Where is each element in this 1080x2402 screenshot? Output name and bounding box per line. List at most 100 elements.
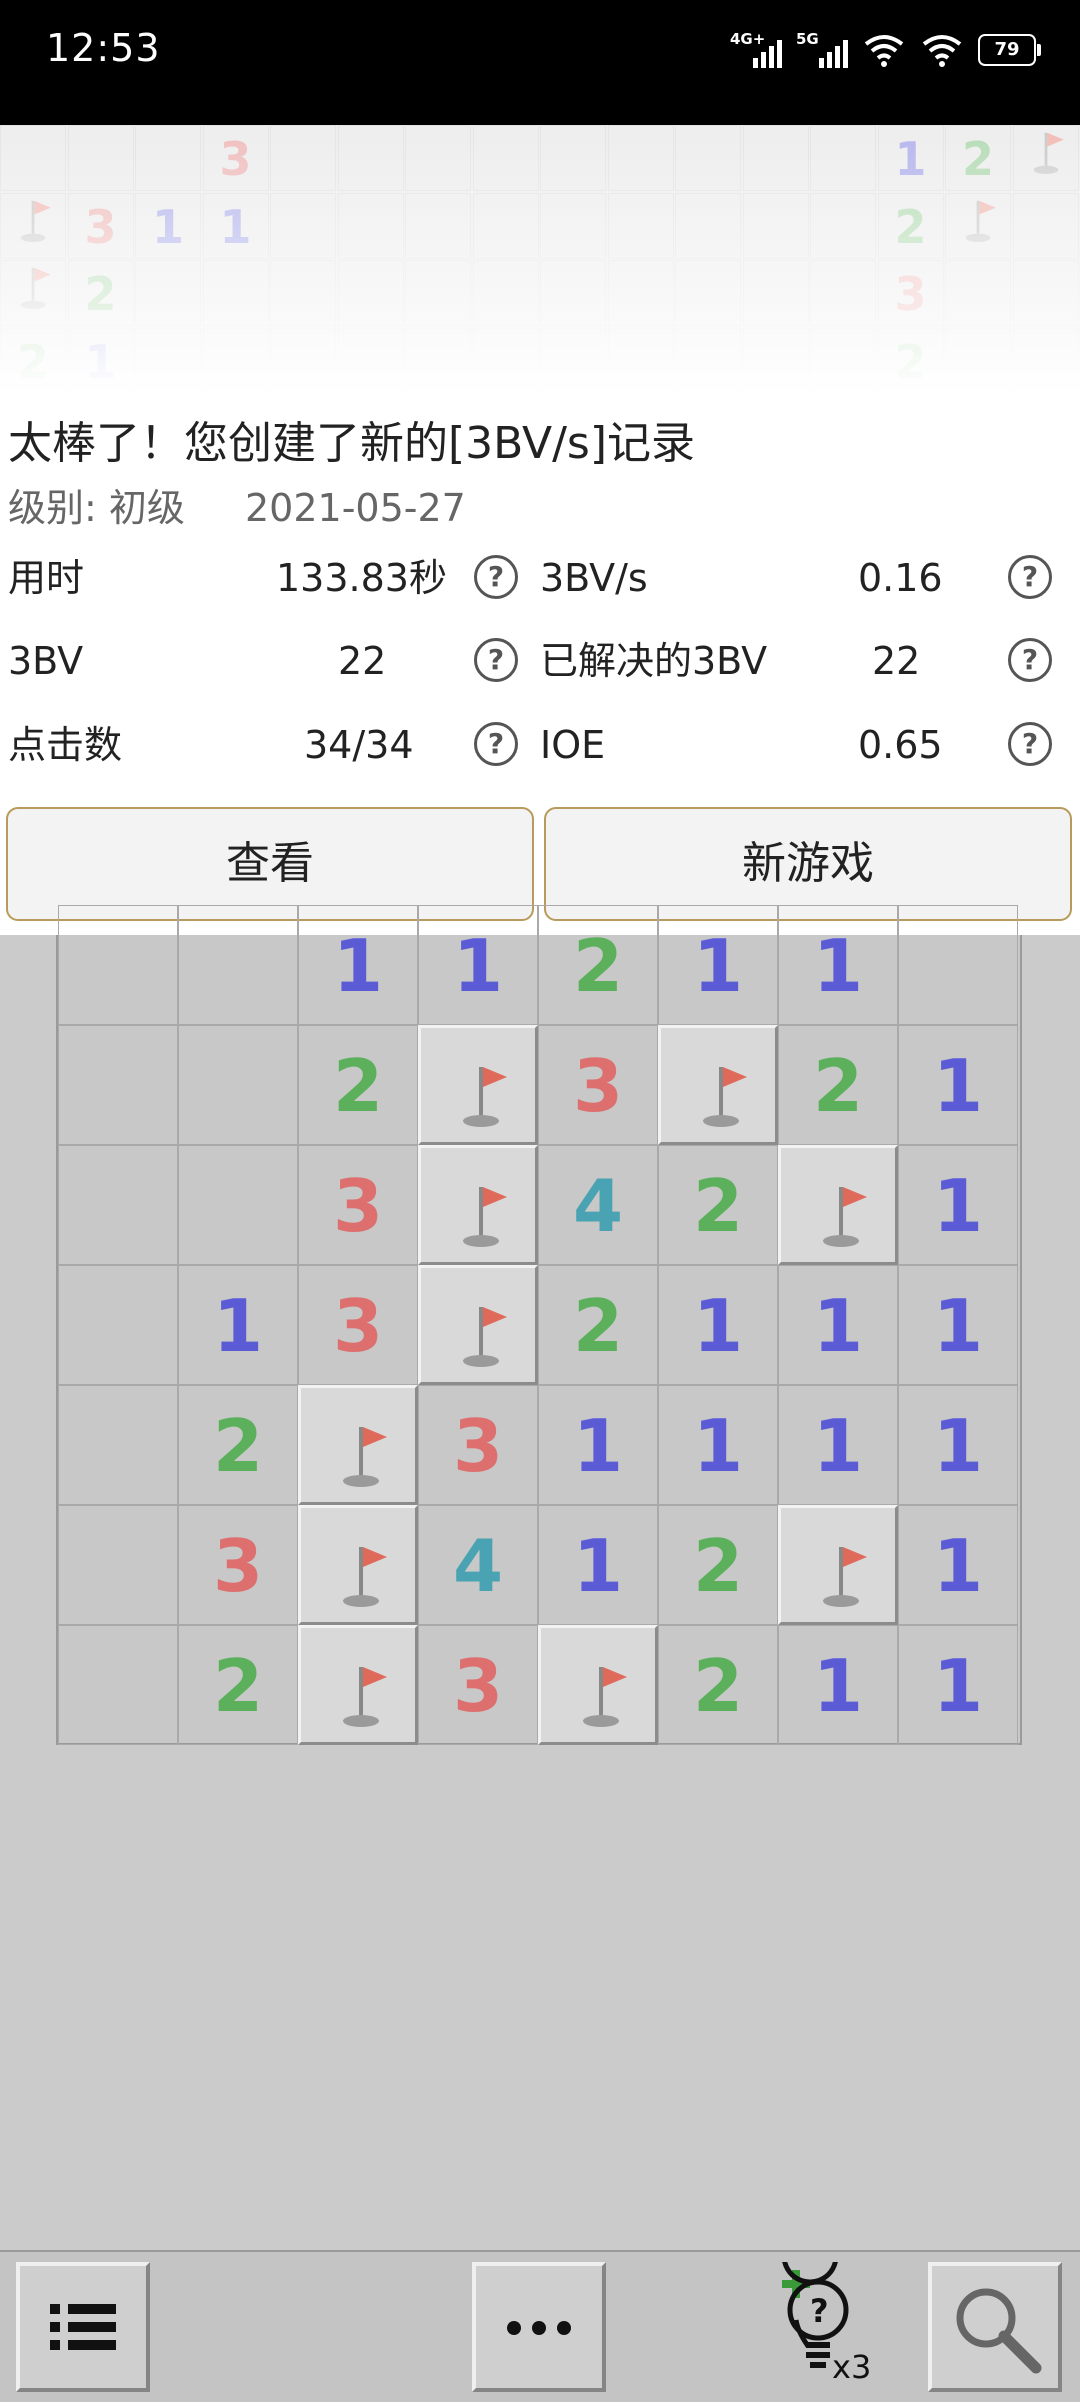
empty-cell[interactable] [178,1145,298,1265]
number-cell[interactable]: 1 [658,905,778,1025]
menu-button[interactable] [16,2262,150,2392]
more-button[interactable] [472,2262,606,2392]
number-cell[interactable]: 1 [298,905,418,1025]
number-cell[interactable]: 1 [898,1505,1018,1625]
number-cell[interactable]: 1 [898,1385,1018,1505]
number-cell[interactable]: 3 [418,1385,538,1505]
flag-cell[interactable] [298,1625,418,1745]
hint-button[interactable]: ? x3 [760,2227,890,2392]
number-cell[interactable]: 1 [778,1625,898,1745]
stat-value-time: 133.83秒 [276,556,447,600]
signal-4g-icon: 4G+ [730,30,782,70]
flag-icon [445,1288,517,1367]
dialog-title: 太棒了！您创建了新的[3BV/s]记录 [8,418,696,469]
flag-cell[interactable] [778,1505,898,1625]
number-cell[interactable]: 2 [178,1385,298,1505]
number-cell[interactable]: 2 [298,1025,418,1145]
flag-icon [325,1528,397,1607]
number-cell[interactable]: 1 [898,1265,1018,1385]
number-cell[interactable]: 4 [538,1145,658,1265]
date-label: 2021-05-27 [244,486,466,530]
empty-cell[interactable] [58,1025,178,1145]
fade-overlay [0,125,1080,395]
flag-cell[interactable] [778,1145,898,1265]
battery-icon: 79 [978,34,1041,66]
level-label: 级别: 初级 [8,486,185,530]
empty-cell[interactable] [58,1145,178,1265]
number-cell[interactable]: 1 [898,1145,1018,1265]
number-cell[interactable]: 2 [538,905,658,1025]
help-icon[interactable]: ? [474,638,518,682]
empty-cell[interactable] [58,905,178,1025]
status-bar: 12:53 4G+ 5G 79 [0,0,1080,125]
flag-cell[interactable] [658,1025,778,1145]
flag-icon [325,1648,397,1727]
stat-label-ioe: IOE [540,723,606,767]
empty-cell[interactable] [58,1505,178,1625]
zoom-button[interactable] [928,2262,1062,2392]
number-cell[interactable]: 4 [418,1505,538,1625]
stat-value-3bvs: 0.16 [858,556,943,600]
help-icon[interactable]: ? [1008,555,1052,599]
flag-icon [805,1528,877,1607]
flag-cell[interactable] [298,1385,418,1505]
flag-cell[interactable] [418,1145,538,1265]
bottom-toolbar: ? x3 [0,2227,1080,2402]
number-cell[interactable]: 1 [418,905,538,1025]
empty-cell[interactable] [178,1025,298,1145]
help-icon[interactable]: ? [1008,638,1052,682]
status-icons: 4G+ 5G 79 [730,30,1041,70]
number-cell[interactable]: 3 [298,1145,418,1265]
flag-icon [805,1168,877,1247]
flag-cell[interactable] [298,1505,418,1625]
new-game-button[interactable]: 新游戏 [544,807,1072,921]
flag-cell[interactable] [418,1025,538,1145]
flag-cell[interactable] [418,1265,538,1385]
menu-list-icon [50,2304,116,2350]
flag-icon [445,1048,517,1127]
wifi-plus-icon [864,35,904,67]
flag-icon [325,1408,397,1487]
empty-cell[interactable] [58,1385,178,1505]
stat-label-time: 用时 [8,556,85,600]
number-cell[interactable]: 1 [778,905,898,1025]
flag-icon [565,1648,637,1727]
number-cell[interactable]: 1 [778,1265,898,1385]
help-icon[interactable]: ? [1008,722,1052,766]
empty-cell[interactable] [178,905,298,1025]
number-cell[interactable]: 2 [778,1025,898,1145]
number-cell[interactable]: 3 [538,1025,658,1145]
number-cell[interactable]: 2 [658,1625,778,1745]
flag-icon [685,1048,757,1127]
number-cell[interactable]: 3 [418,1625,538,1745]
number-cell[interactable]: 3 [298,1265,418,1385]
help-icon[interactable]: ? [474,722,518,766]
number-cell[interactable]: 2 [658,1505,778,1625]
number-cell[interactable]: 1 [898,1025,1018,1145]
number-cell[interactable]: 1 [778,1385,898,1505]
stat-value-ioe: 0.65 [858,723,943,767]
svg-text:?: ? [810,2292,829,2330]
number-cell[interactable]: 2 [658,1145,778,1265]
flag-icon [445,1168,517,1247]
number-cell[interactable]: 1 [538,1385,658,1505]
empty-cell[interactable] [58,1265,178,1385]
number-cell[interactable]: 2 [538,1265,658,1385]
number-cell[interactable]: 1 [658,1385,778,1505]
stat-value-solved-3bv: 22 [872,639,921,683]
empty-cell[interactable] [58,1625,178,1745]
number-cell[interactable]: 1 [178,1265,298,1385]
signal-5g-icon: 5G [796,30,848,70]
search-zoom-icon [956,2288,1042,2374]
number-cell[interactable]: 1 [538,1505,658,1625]
view-button[interactable]: 查看 [6,807,534,921]
flag-cell[interactable] [538,1625,658,1745]
empty-cell[interactable] [898,905,1018,1025]
help-icon[interactable]: ? [474,555,518,599]
number-cell[interactable]: 1 [658,1265,778,1385]
number-cell[interactable]: 3 [178,1505,298,1625]
number-cell[interactable]: 2 [178,1625,298,1745]
number-cell[interactable]: 1 [898,1625,1018,1745]
stat-value-clicks: 34/34 [304,723,414,767]
minesweeper-board: 11211232134211321112311113412123211 [56,905,1022,1745]
